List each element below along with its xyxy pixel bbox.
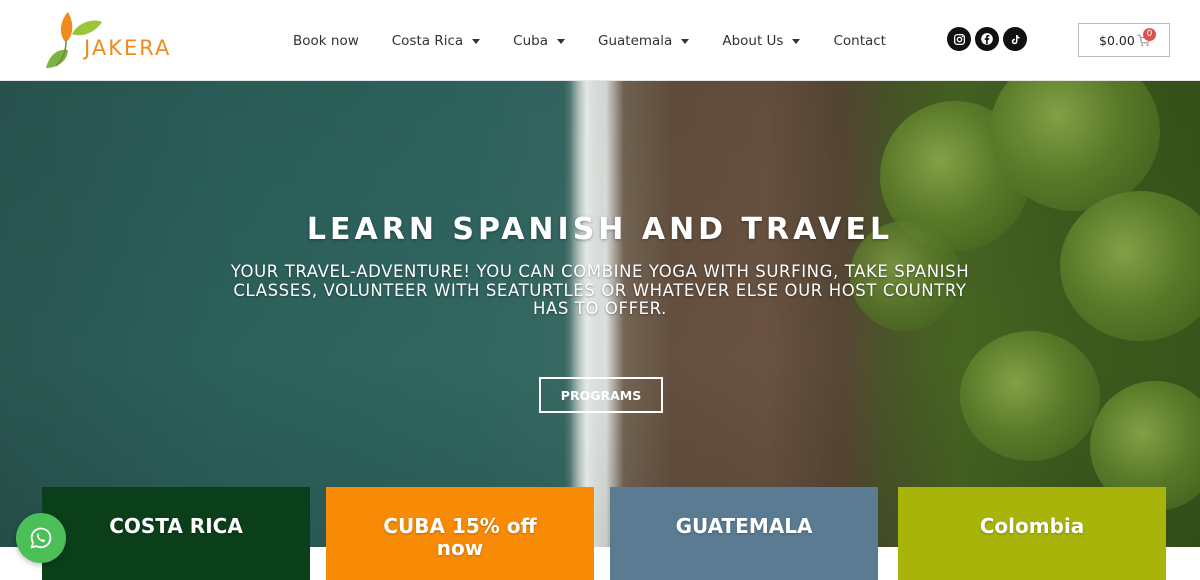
hero-banner: LEARN SPANISH AND TRAVEL YOUR TRAVEL-ADV… bbox=[0, 81, 1200, 547]
hero-subtitle-line: HAS TO OFFER. bbox=[532, 299, 668, 318]
whatsapp-icon bbox=[30, 527, 52, 549]
nav-item-costa-rica[interactable]: Costa Rica bbox=[391, 33, 481, 49]
hero-subtitle-line: CLASSES, VOLUNTEER WITH SEATURTLES OR WH… bbox=[233, 280, 967, 300]
nav-item-book-now[interactable]: Book now bbox=[293, 33, 359, 49]
logo[interactable]: JAKERA bbox=[44, 10, 194, 70]
card-title-line: now bbox=[436, 536, 484, 560]
card-colombia[interactable]: Colombia bbox=[898, 487, 1166, 580]
programs-button[interactable]: PROGRAMS bbox=[539, 377, 663, 413]
cart-total: $0.00 bbox=[1099, 32, 1135, 48]
card-title-line: COSTA RICA bbox=[109, 514, 243, 538]
card-title-line: CUBA 15% off bbox=[383, 514, 537, 538]
card-title: COSTA RICA bbox=[109, 515, 243, 580]
caret-down-icon bbox=[681, 38, 690, 44]
site-header: JAKERA Book now Costa Rica Cuba Guatemal… bbox=[0, 0, 1200, 81]
nav-item-label: Book now bbox=[293, 33, 359, 49]
main-nav: Book now Costa Rica Cuba Guatemala About… bbox=[293, 31, 919, 51]
hero-tree bbox=[960, 331, 1100, 461]
card-guatemala[interactable]: GUATEMALA bbox=[610, 487, 878, 580]
nav-item-about-us[interactable]: About Us bbox=[722, 33, 801, 49]
caret-down-icon bbox=[556, 38, 565, 44]
facebook-icon[interactable] bbox=[975, 27, 999, 51]
cart-button[interactable]: $0.00 0 bbox=[1078, 23, 1170, 57]
nav-item-label: About Us bbox=[722, 33, 784, 49]
card-title: GUATEMALA bbox=[676, 515, 813, 580]
caret-down-icon bbox=[792, 38, 801, 44]
nav-item-label: Contact bbox=[833, 33, 886, 49]
card-title: CUBA 15% off now bbox=[383, 515, 536, 580]
card-costa-rica[interactable]: COSTA RICA bbox=[42, 487, 310, 580]
cart-count-badge: 0 bbox=[1143, 28, 1156, 41]
instagram-icon[interactable] bbox=[947, 27, 971, 51]
card-cuba[interactable]: CUBA 15% off now bbox=[326, 487, 594, 580]
hero-title: LEARN SPANISH AND TRAVEL bbox=[306, 212, 894, 247]
card-title: Colombia bbox=[980, 515, 1085, 580]
card-title-line: Colombia bbox=[979, 514, 1085, 538]
hero-subtitle-line: YOUR TRAVEL-ADVENTURE! YOU CAN COMBINE Y… bbox=[230, 262, 970, 281]
nav-item-label: Guatemala bbox=[597, 33, 673, 49]
nav-item-label: Costa Rica bbox=[391, 33, 464, 49]
card-title-line: GUATEMALA bbox=[675, 514, 813, 538]
nav-item-cuba[interactable]: Cuba bbox=[513, 33, 565, 49]
nav-item-guatemala[interactable]: Guatemala bbox=[597, 33, 690, 49]
nav-item-contact[interactable]: Contact bbox=[833, 33, 886, 49]
caret-down-icon bbox=[472, 38, 481, 44]
whatsapp-button[interactable] bbox=[16, 513, 66, 563]
hero-subtitle: YOUR TRAVEL-ADVENTURE! YOU CAN COMBINE Y… bbox=[150, 262, 1050, 319]
tiktok-icon[interactable] bbox=[1003, 27, 1027, 51]
logo-wordmark: JAKERA bbox=[84, 36, 172, 60]
nav-item-label: Cuba bbox=[513, 33, 548, 49]
social-links bbox=[947, 27, 1031, 51]
